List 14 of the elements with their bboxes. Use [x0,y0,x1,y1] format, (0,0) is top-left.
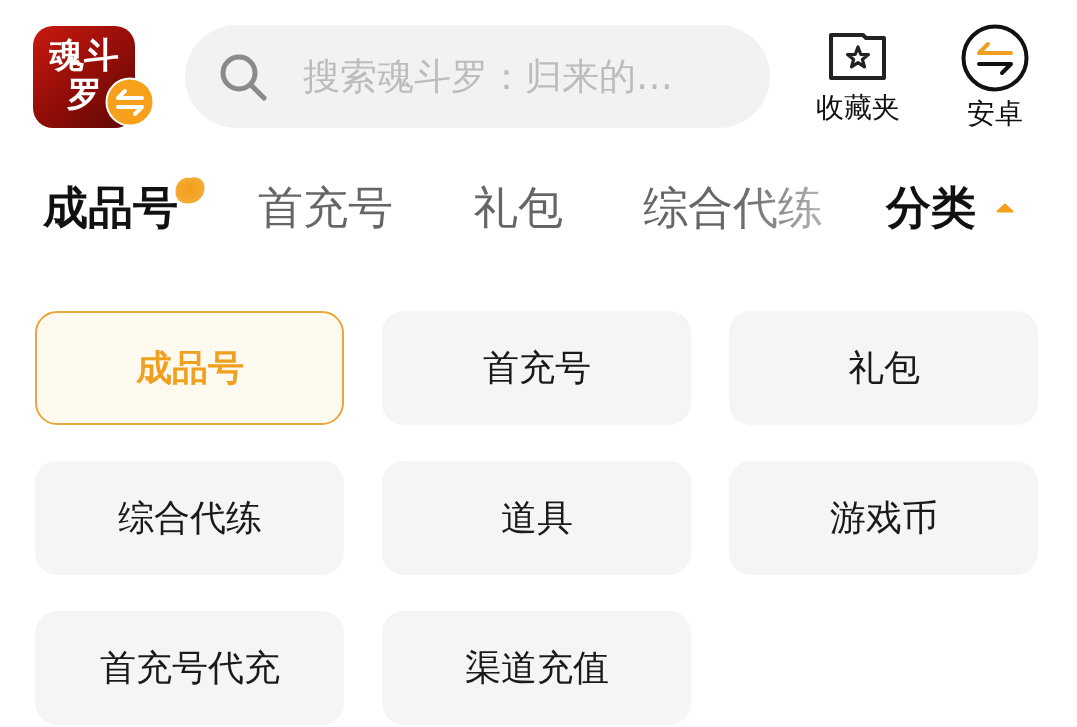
category-option[interactable]: 道具 [382,461,691,575]
platform-button[interactable]: 安卓 [945,23,1045,130]
search-icon [218,52,268,102]
category-option[interactable]: 综合代练 [35,461,344,575]
swap-arrows-icon [105,76,155,127]
category-toggle[interactable]: 分类 [886,180,1014,236]
category-option[interactable]: 渠道充值 [382,611,691,725]
category-option[interactable]: 游戏币 [729,461,1038,575]
category-option[interactable]: 首充号代充 [35,611,344,725]
category-option[interactable]: 首充号 [382,311,691,425]
category-option[interactable]: 礼包 [729,311,1038,425]
swap-arrows-icon [961,23,1029,92]
favorites-button[interactable]: 收藏夹 [808,29,908,124]
blob-icon [175,176,205,204]
